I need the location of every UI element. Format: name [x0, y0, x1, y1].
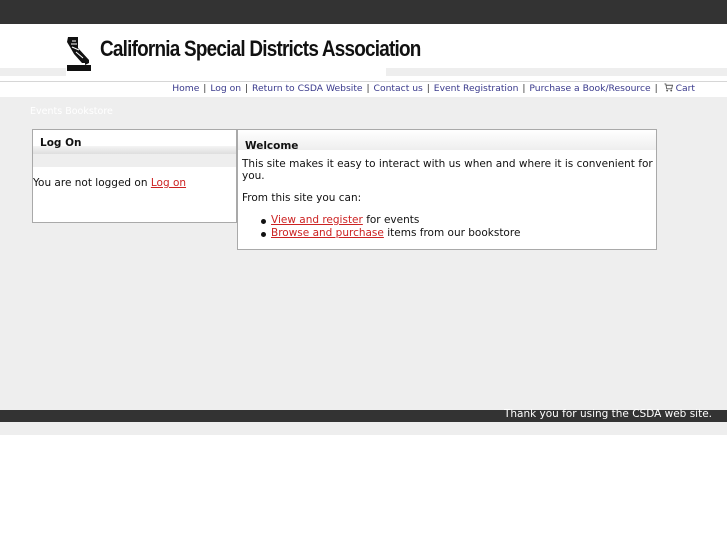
- tab-bookstore[interactable]: Bookstore: [65, 106, 113, 117]
- org-name: California Special Districts Association: [100, 36, 421, 61]
- welcome-panel: Welcome This site makes it easy to inter…: [237, 129, 657, 250]
- nav-log-on[interactable]: Log on: [210, 83, 241, 94]
- list-item: View and register for events: [261, 214, 656, 226]
- nav-separator: |: [245, 83, 249, 94]
- log-on-link[interactable]: Log on: [151, 177, 186, 189]
- footer: Thank you for using the CSDA web site.: [0, 408, 727, 422]
- header-strip: [386, 68, 727, 76]
- list-item-text: for events: [366, 214, 420, 226]
- logon-status-text: You are not logged on: [33, 177, 148, 189]
- welcome-panel-header: Welcome: [238, 130, 656, 152]
- csda-logo[interactable]: California Special Districts Association: [66, 34, 421, 74]
- footer-text: Thank you for using the CSDA web site.: [503, 408, 712, 420]
- welcome-lead: From this site you can:: [242, 192, 362, 204]
- nav-separator: |: [654, 83, 658, 94]
- nav-contact-us[interactable]: Contact us: [374, 83, 423, 94]
- nav-cart[interactable]: Cart: [676, 83, 695, 94]
- welcome-panel-title: Welcome: [245, 140, 299, 152]
- top-nav: Home | Log on | Return to CSDA Website |…: [0, 83, 727, 97]
- panel-gap: [33, 154, 236, 167]
- california-map-icon: [67, 37, 91, 71]
- view-register-link[interactable]: View and register: [271, 214, 363, 226]
- footer-strip: [0, 422, 727, 435]
- nav-return-csda[interactable]: Return to CSDA Website: [252, 83, 363, 94]
- logon-panel-body: You are not logged on Log on: [33, 167, 236, 189]
- tab-events[interactable]: Events: [30, 106, 62, 117]
- logon-panel-title: Log On: [40, 137, 82, 149]
- header-divider: [0, 81, 727, 82]
- nav-home[interactable]: Home: [172, 83, 199, 94]
- nav-separator: |: [426, 83, 430, 94]
- logon-panel: Log On You are not logged on Log on: [32, 129, 237, 223]
- welcome-intro: This site makes it easy to interact with…: [242, 158, 653, 182]
- list-item: Browse and purchase items from our books…: [261, 227, 656, 239]
- header-strip: [0, 68, 66, 76]
- nav-links: Home | Log on | Return to CSDA Website |…: [172, 83, 695, 94]
- header: California Special Districts Association: [0, 24, 727, 82]
- logon-panel-header: Log On: [33, 130, 236, 149]
- nav-purchase-book[interactable]: Purchase a Book/Resource: [529, 83, 650, 94]
- sub-nav: Events Bookstore: [30, 106, 113, 117]
- cart-icon[interactable]: [664, 83, 673, 92]
- nav-event-registration[interactable]: Event Registration: [434, 83, 519, 94]
- nav-separator: |: [366, 83, 370, 94]
- welcome-list: View and register for events Browse and …: [242, 214, 656, 239]
- main-content: Events Bookstore Log On You are not logg…: [0, 97, 727, 410]
- browse-purchase-link[interactable]: Browse and purchase: [271, 227, 384, 239]
- nav-separator: |: [203, 83, 207, 94]
- nav-separator: |: [522, 83, 526, 94]
- list-item-text: items from our bookstore: [387, 227, 521, 239]
- top-bar: [0, 0, 727, 24]
- welcome-panel-body: This site makes it easy to interact with…: [238, 150, 656, 239]
